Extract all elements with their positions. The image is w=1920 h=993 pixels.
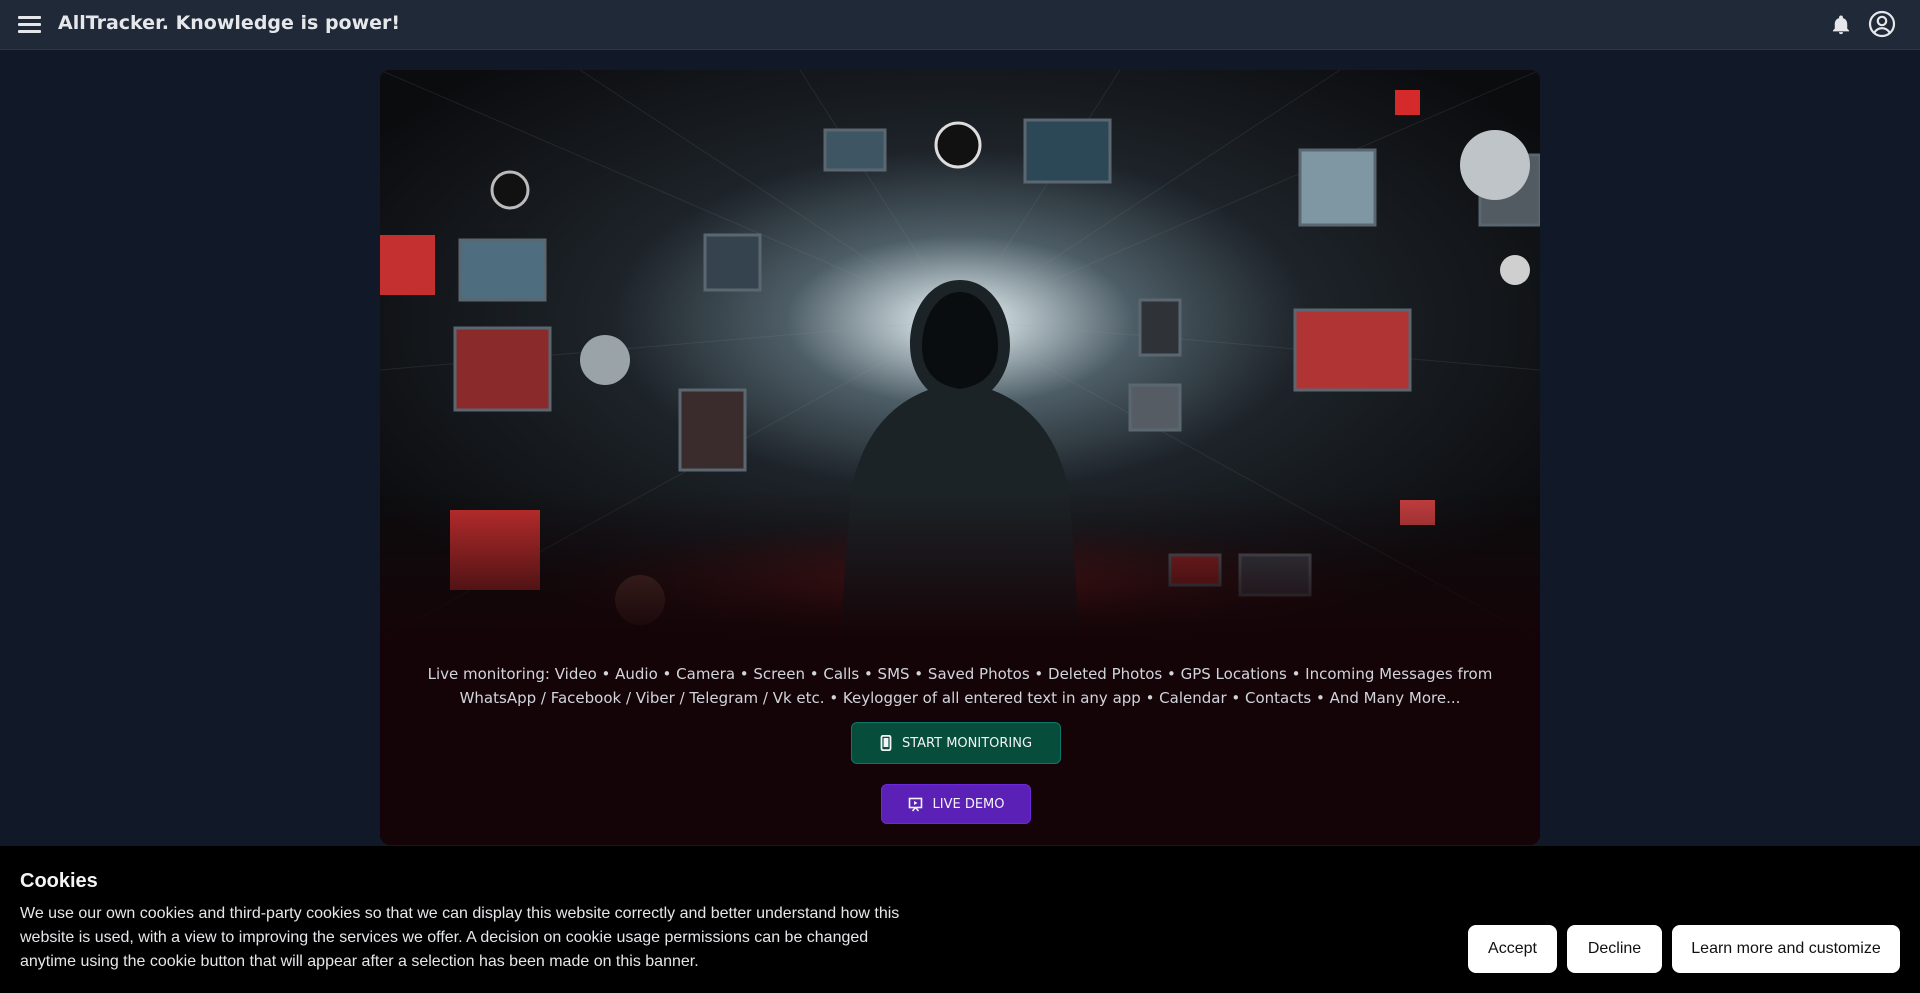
accept-cookies-button[interactable]: Accept: [1468, 925, 1557, 973]
live-demo-label: LIVE DEMO: [932, 796, 1005, 812]
cookie-title: Cookies: [20, 870, 98, 892]
start-monitoring-button[interactable]: START MONITORING: [851, 722, 1061, 764]
hero-card: Live monitoring: Video • Audio • Camera …: [380, 70, 1540, 845]
cookie-text: We use our own cookies and third-party c…: [20, 905, 900, 970]
smartphone-icon: [880, 735, 892, 751]
cookie-banner: Cookies We use our own cookies and third…: [0, 846, 1920, 993]
live-demo-button[interactable]: LIVE DEMO: [881, 784, 1031, 824]
menu-icon[interactable]: [18, 11, 44, 37]
features-text: Live monitoring: Video • Audio • Camera …: [427, 665, 1493, 707]
learn-more-customize-button[interactable]: Learn more and customize: [1672, 925, 1900, 973]
presentation-icon: [908, 797, 922, 811]
app-title: AllTracker. Knowledge is power!: [58, 12, 401, 34]
top-app-bar: AllTracker. Knowledge is power!: [0, 0, 1920, 50]
bell-icon[interactable]: [1830, 14, 1852, 36]
start-monitoring-label: START MONITORING: [901, 735, 1033, 751]
account-circle-icon[interactable]: [1868, 10, 1896, 38]
decline-cookies-button[interactable]: Decline: [1567, 925, 1662, 973]
hero-image: [380, 70, 1540, 640]
